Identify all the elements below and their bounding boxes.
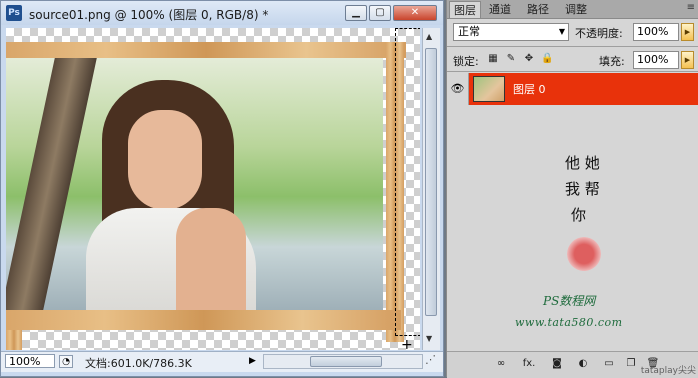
lock-label: 锁定: [453, 55, 479, 68]
woman-arm [176, 208, 246, 310]
horizontal-scroll-thumb[interactable] [310, 356, 382, 367]
status-bar: 100% ◔ 文档:601.0K/786.3K ▶ [1, 351, 443, 372]
document-title: source01.png @ 100% (图层 0, RGB/8) * [29, 8, 269, 22]
watermark-site-url: www.tata580.com [515, 316, 623, 329]
chevron-down-icon: ▼ [558, 27, 565, 36]
tab-paths[interactable]: 路径 [523, 1, 553, 18]
status-info-icon[interactable]: ◔ [59, 355, 73, 368]
watermark-site-name: PS数程网 [543, 294, 596, 308]
panel-bottom-toolbar: ∞ fx. ◙ ◐ ▭ ❐ 🗑 tataplay尖尖 [447, 351, 698, 378]
tab-layers[interactable]: 图层 [449, 1, 481, 18]
adjustment-layer-icon[interactable]: ◐ [575, 357, 591, 371]
document-size-info: 文档:601.0K/786.3K [85, 357, 192, 370]
layer-thumbnail [473, 76, 505, 102]
marquee-selection[interactable] [395, 28, 420, 336]
layers-list-area: 他 她 我 帮 你 PS数程网 www.tata580.com [447, 106, 698, 351]
blend-mode-value: 正常 [458, 25, 480, 38]
opacity-label: 不透明度: [575, 27, 623, 40]
status-menu-arrow-icon[interactable]: ▶ [249, 356, 256, 366]
fill-label: 填充: [599, 55, 625, 68]
tree-trunk [6, 58, 97, 310]
panel-tabs: 图层 通道 路径 调整 ≡ [447, 0, 698, 19]
scroll-up-icon[interactable]: ▲ [426, 32, 432, 41]
blend-mode-select[interactable]: 正常 ▼ [453, 23, 569, 41]
minimize-button[interactable]: ▁ [345, 5, 367, 21]
vertical-scrollbar[interactable]: ▲ ▼ [422, 28, 440, 350]
vertical-scroll-thumb[interactable] [425, 48, 437, 316]
wood-frame-bottom [6, 310, 401, 330]
scroll-down-icon[interactable]: ▼ [426, 334, 432, 343]
red-seal-stamp [567, 237, 601, 271]
link-layers-icon[interactable]: ∞ [493, 357, 509, 371]
document-canvas[interactable] [6, 28, 420, 350]
divider [447, 71, 698, 72]
lock-image-pixels-icon[interactable]: ✎ [505, 53, 517, 65]
layer-name[interactable]: 图层 0 [513, 81, 546, 97]
tab-adjustments[interactable]: 调整 [561, 1, 591, 18]
layer-style-fx-icon[interactable]: fx. [521, 357, 537, 371]
lock-position-icon[interactable]: ✥ [523, 53, 535, 65]
corner-watermark: tataplay尖尖 [640, 366, 696, 376]
divider [447, 46, 698, 47]
wood-frame-top [6, 42, 406, 58]
woman-face [128, 110, 202, 210]
horizontal-scrollbar[interactable] [263, 354, 423, 369]
resize-grip-icon[interactable]: ⋰ [425, 353, 441, 369]
tab-channels[interactable]: 通道 [485, 1, 515, 18]
eye-visibility-icon[interactable]: 👁 [447, 73, 469, 105]
new-layer-icon[interactable]: ❐ [623, 357, 639, 371]
portrait-photo [6, 58, 383, 310]
maximize-button[interactable]: ▢ [369, 5, 391, 21]
fill-input[interactable]: 100% [633, 51, 679, 69]
document-titlebar[interactable]: Ps source01.png @ 100% (图层 0, RGB/8) * ▁… [1, 1, 443, 25]
opacity-input[interactable]: 100% [633, 23, 679, 41]
watermark-calligraphy-line1: 他 她 [565, 154, 600, 172]
fill-slider-arrow-icon[interactable]: ▶ [681, 51, 694, 69]
layers-panel: 图层 通道 路径 调整 ≡ 正常 ▼ 不透明度: 100% ▶ 锁定: ▦ ✎ … [446, 0, 698, 378]
add-mask-icon[interactable]: ◙ [549, 357, 565, 371]
opacity-slider-arrow-icon[interactable]: ▶ [681, 23, 694, 41]
document-window: Ps source01.png @ 100% (图层 0, RGB/8) * ▁… [0, 0, 444, 377]
photoshop-app-icon: Ps [6, 5, 22, 21]
watermark-calligraphy-line2: 我 帮 [565, 180, 600, 198]
crosshair-cursor-icon: + [401, 337, 413, 353]
watermark-calligraphy-line3: 你 [571, 206, 587, 224]
zoom-level-field[interactable]: 100% [5, 354, 55, 368]
lock-transparent-pixels-icon[interactable]: ▦ [487, 53, 499, 65]
lock-all-icon[interactable]: 🔒 [541, 53, 553, 65]
layer-row[interactable]: 👁 图层 0 [447, 73, 698, 105]
new-group-folder-icon[interactable]: ▭ [601, 357, 617, 371]
close-button[interactable]: ✕ [393, 5, 437, 21]
panel-menu-icon[interactable]: ≡ [687, 2, 695, 13]
